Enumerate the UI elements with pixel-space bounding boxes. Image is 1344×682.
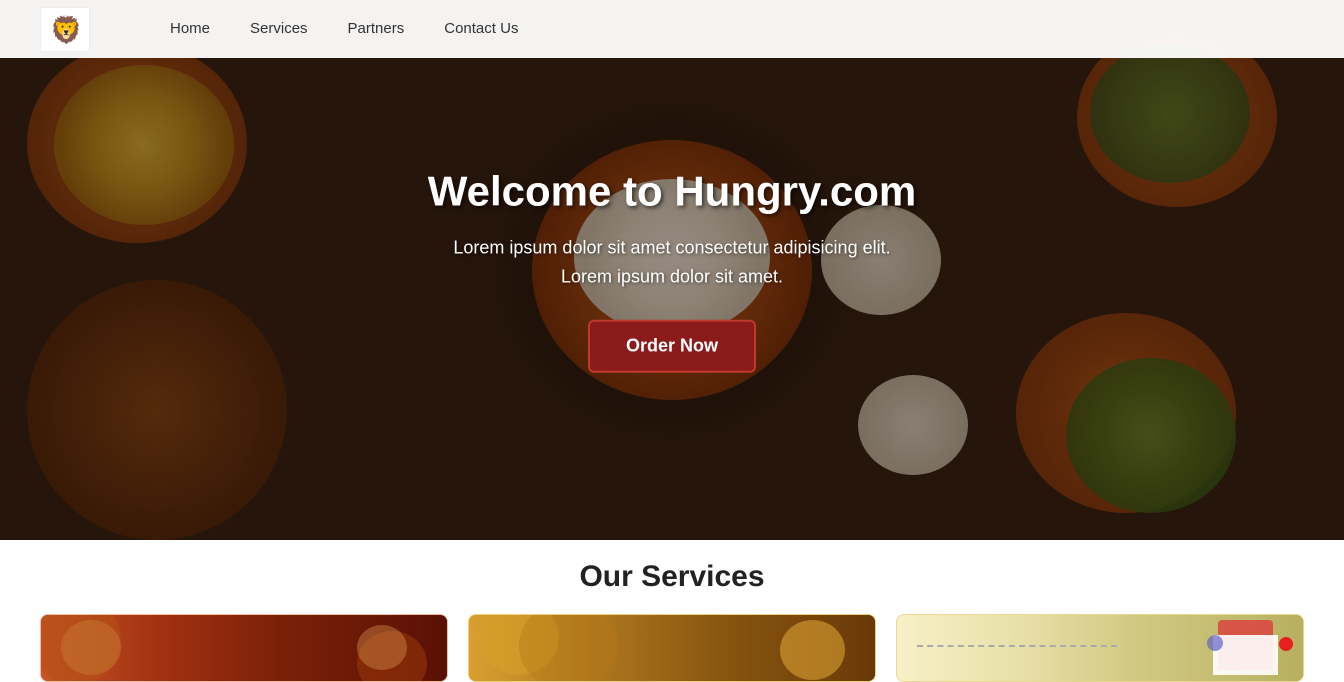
services-heading: Our Services xyxy=(0,560,1344,594)
card2-deco-2 xyxy=(519,615,619,681)
svg-text:🦁: 🦁 xyxy=(50,15,82,45)
nav-partners[interactable]: Partners xyxy=(348,20,405,37)
logo[interactable]: 🦁 xyxy=(40,7,90,52)
services-cards-container xyxy=(0,614,1344,682)
nav-contact[interactable]: Contact Us xyxy=(444,20,518,37)
nav-services[interactable]: Services xyxy=(250,20,308,37)
hero-subtitle-line2: Lorem ipsum dolor sit amet. xyxy=(561,267,783,287)
service-card-1[interactable] xyxy=(40,614,448,682)
card-deco-2 xyxy=(61,620,121,675)
logo-icon: 🦁 xyxy=(45,11,85,47)
clock-icon-deco xyxy=(1207,635,1223,651)
hero-content: Welcome to Hungry.com Lorem ipsum dolor … xyxy=(372,168,972,373)
card2-deco-3 xyxy=(780,620,845,680)
navbar: 🦁 Home Services Partners Contact Us xyxy=(0,0,1344,58)
services-section: Our Services xyxy=(0,540,1344,682)
nav-links: Home Services Partners Contact Us xyxy=(170,20,518,38)
hero-title: Welcome to Hungry.com xyxy=(372,168,972,216)
delivery-path xyxy=(917,645,1117,647)
card-deco-4 xyxy=(357,625,407,670)
service-card-3[interactable] xyxy=(896,614,1304,682)
location-pin xyxy=(1279,637,1293,651)
service-card-2[interactable] xyxy=(468,614,876,682)
hero-section: Welcome to Hungry.com Lorem ipsum dolor … xyxy=(0,0,1344,540)
nav-home[interactable]: Home xyxy=(170,20,210,37)
order-now-button[interactable]: Order Now xyxy=(588,319,756,372)
hero-subtitle-line1: Lorem ipsum dolor sit amet consectetur a… xyxy=(453,238,890,258)
hero-subtitle: Lorem ipsum dolor sit amet consectetur a… xyxy=(372,234,972,292)
